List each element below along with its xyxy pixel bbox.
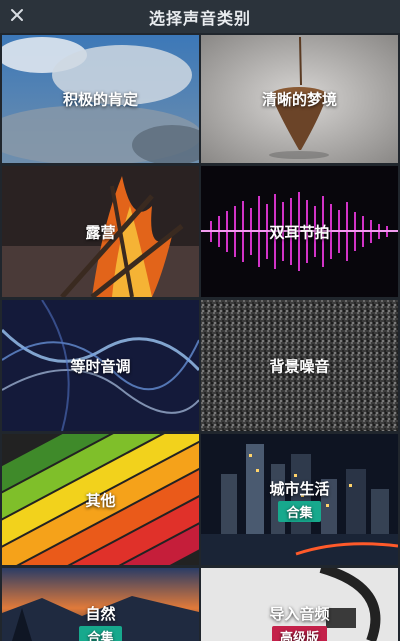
- tile-label: 露营: [85, 223, 116, 241]
- top-bar: 选择声音类别: [0, 0, 400, 33]
- collection-badge: 合集: [278, 500, 321, 522]
- category-tile-other[interactable]: 其他: [2, 434, 199, 565]
- close-icon[interactable]: [6, 4, 28, 26]
- category-tile-binaural-beats[interactable]: 双耳节拍: [201, 166, 398, 297]
- page-title: 选择声音类别: [148, 8, 251, 28]
- tile-label: 自然: [85, 605, 116, 623]
- category-tile-background-noise[interactable]: 背景噪音: [201, 300, 398, 431]
- tile-label: 城市生活: [269, 479, 330, 498]
- category-tile-lucid-dream[interactable]: 清晰的梦境: [201, 35, 398, 163]
- collection-badge: 合集: [79, 626, 122, 641]
- category-tile-isochronic-tones[interactable]: 等时音调: [2, 300, 199, 431]
- tile-label: 其他: [85, 491, 116, 509]
- tile-label: 导入音频: [269, 605, 330, 623]
- tile-label: 双耳节拍: [269, 223, 330, 241]
- tile-label: 背景噪音: [269, 357, 330, 375]
- tile-label: 清晰的梦境: [261, 90, 337, 109]
- tile-label: 积极的肯定: [62, 90, 138, 109]
- category-tile-nature[interactable]: 自然 合集: [2, 568, 199, 641]
- category-tile-positive-affirmation[interactable]: 积极的肯定: [2, 35, 199, 163]
- tile-label-group: 自然 合集: [2, 603, 199, 641]
- tile-label-group: 导入音频 高级版: [201, 603, 398, 641]
- tile-label-group: 城市生活 合集: [201, 478, 398, 522]
- premium-badge: 高级版: [271, 626, 327, 641]
- category-tile-import-audio[interactable]: 导入音频 高级版: [201, 568, 398, 641]
- category-grid: 积极的肯定 清晰的梦境 露营 双耳节拍 等时音调 背景噪音 其他 城市生活 合集…: [0, 33, 400, 641]
- category-tile-camping[interactable]: 露营: [2, 166, 199, 297]
- tile-label: 等时音调: [70, 357, 131, 375]
- category-tile-city-life[interactable]: 城市生活 合集: [201, 434, 398, 565]
